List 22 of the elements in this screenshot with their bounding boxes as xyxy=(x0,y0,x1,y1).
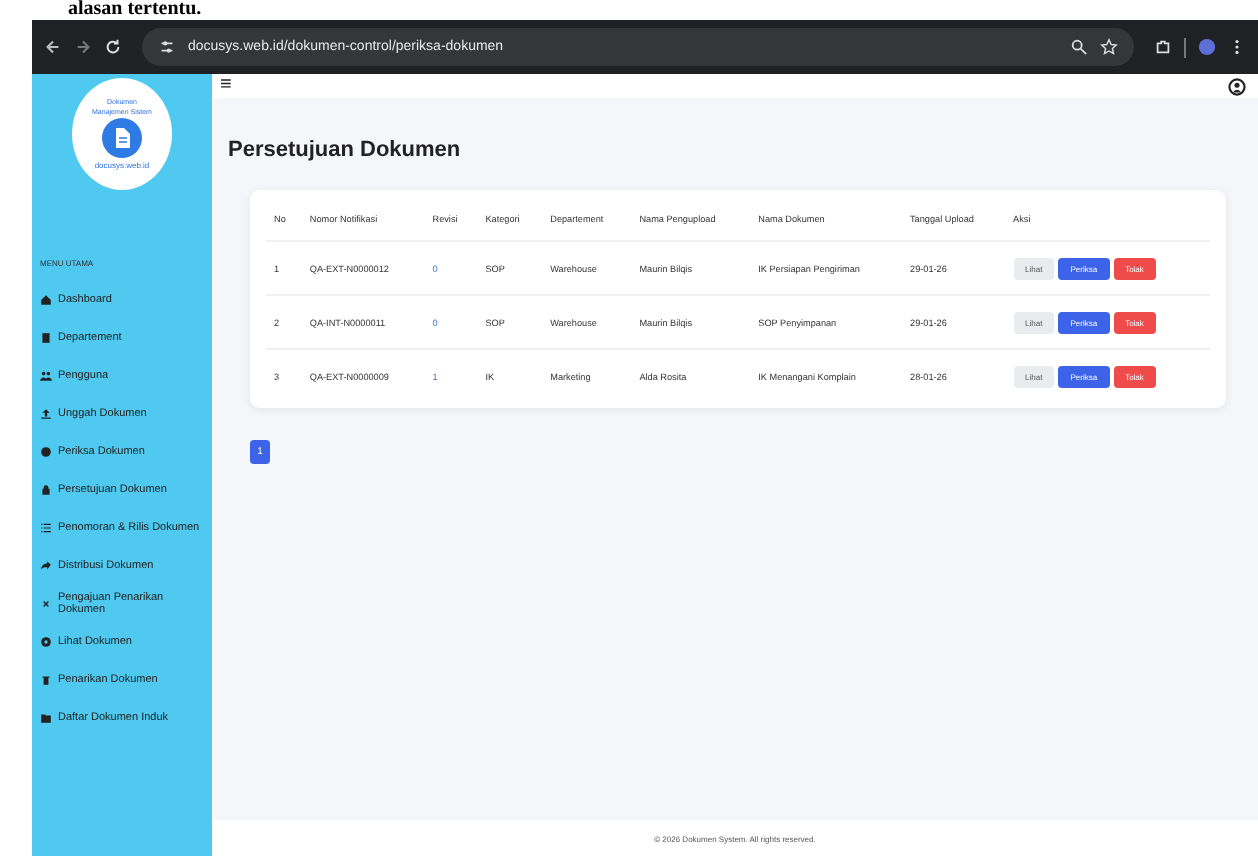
menu-button[interactable]: ≡ xyxy=(220,76,232,96)
forward-icon[interactable] xyxy=(74,38,92,56)
trash-icon xyxy=(40,673,52,685)
reload-icon[interactable] xyxy=(104,38,122,56)
document-text: alasan tertentu. xyxy=(68,0,202,20)
lock-icon xyxy=(40,483,52,495)
list-icon xyxy=(40,521,52,533)
star-icon[interactable] xyxy=(1100,38,1118,56)
site-settings-icon[interactable] xyxy=(158,38,176,56)
zoom-icon[interactable] xyxy=(1070,38,1088,56)
close-icon xyxy=(40,597,52,609)
profile-avatar-icon[interactable] xyxy=(1198,38,1216,56)
document-icon xyxy=(102,118,142,158)
extensions-icon[interactable] xyxy=(1154,38,1172,56)
users-icon xyxy=(40,369,52,381)
upload-icon xyxy=(40,407,52,419)
page-title: Persetujuan Dokumen xyxy=(228,138,463,162)
share-icon xyxy=(40,559,52,571)
home-icon xyxy=(40,293,52,305)
folder-icon xyxy=(40,711,52,723)
back-icon[interactable] xyxy=(44,38,62,56)
user-icon[interactable] xyxy=(1228,77,1246,95)
